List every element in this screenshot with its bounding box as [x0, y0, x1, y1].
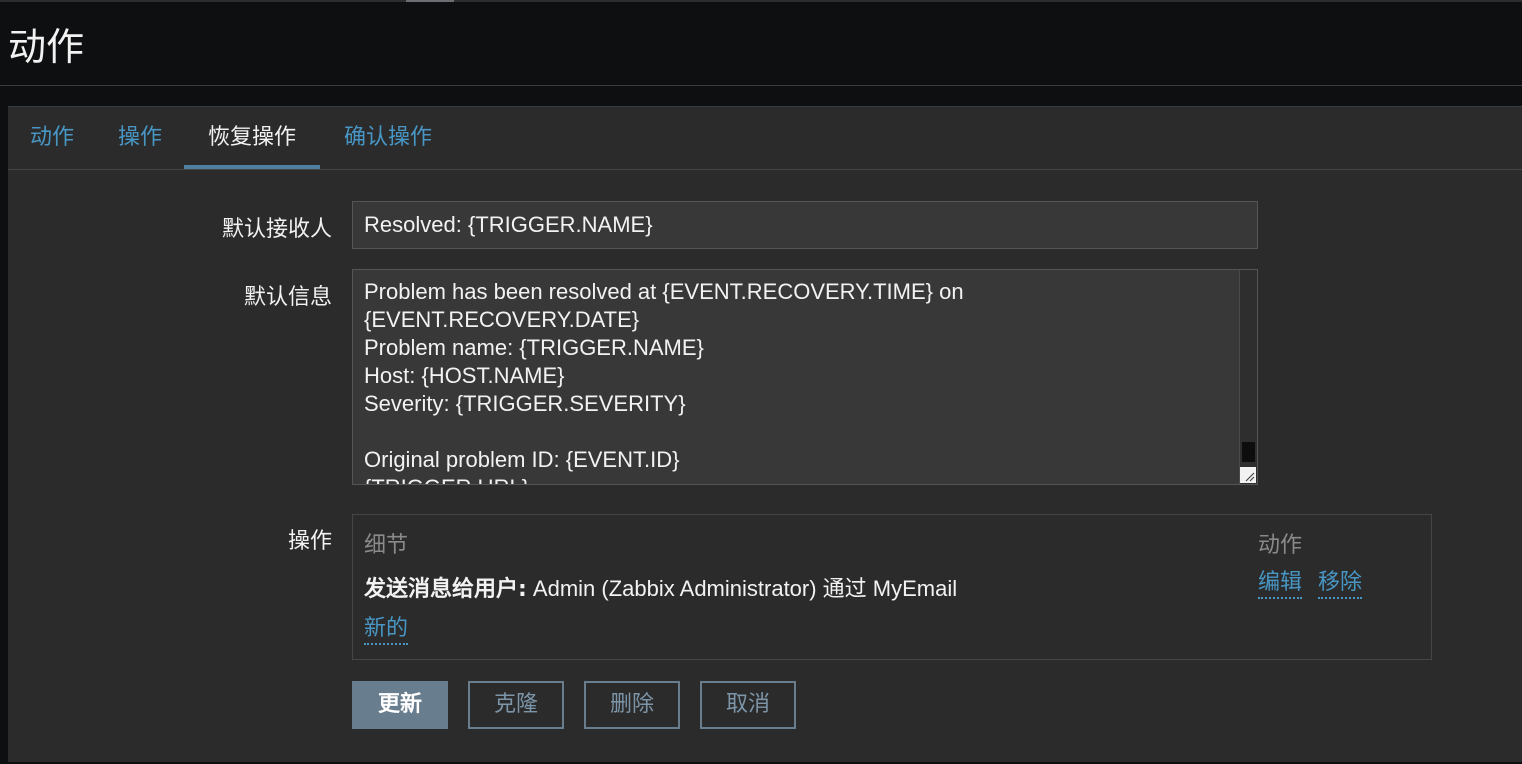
operation-detail-target: Admin (Zabbix Administrator) 通过 MyEmail [526, 576, 958, 601]
tab-action[interactable]: 动作 [8, 107, 96, 169]
default-subject-input[interactable]: Resolved: {TRIGGER.NAME} [352, 201, 1258, 249]
edit-operation-link[interactable]: 编辑 [1258, 569, 1303, 599]
action-column-header: 动作 [1258, 533, 1303, 558]
default-message-label: 默认信息 [243, 285, 332, 310]
resize-handle-icon[interactable] [1240, 467, 1256, 483]
remove-operation-link[interactable]: 移除 [1318, 569, 1363, 599]
default-subject-label: 默认接收人 [221, 217, 332, 242]
operation-detail-type: 发送消息给用户: [364, 577, 527, 602]
default-message-textarea[interactable]: Problem has been resolved at {EVENT.RECO… [352, 269, 1258, 485]
cancel-button[interactable]: 取消 [700, 681, 796, 729]
page-title: 动作 [8, 25, 85, 69]
top-border-marker [406, 0, 454, 2]
action-form-panel: 动作 操作 恢复操作 确认操作 默认接收人 Resolved: {TRIGGER… [8, 106, 1522, 762]
textarea-scrollbar[interactable] [1239, 270, 1257, 484]
default-message-text: Problem has been resolved at {EVENT.RECO… [364, 279, 964, 484]
new-operation-link[interactable]: 新的 [364, 615, 409, 645]
scrollbar-thumb[interactable] [1242, 442, 1255, 462]
delete-button[interactable]: 删除 [584, 681, 680, 729]
operations-list: 细节 动作 发送消息给用户: Admin (Zabbix Administrat… [352, 514, 1432, 660]
tab-bar: 动作 操作 恢复操作 确认操作 [8, 107, 1522, 170]
tab-operations[interactable]: 操作 [96, 107, 184, 169]
update-button[interactable]: 更新 [352, 681, 448, 729]
page-header: 动作 [0, 0, 1522, 86]
tab-acknowledge-operations[interactable]: 确认操作 [320, 107, 456, 169]
clone-button[interactable]: 克隆 [468, 681, 564, 729]
tab-recovery-operations[interactable]: 恢复操作 [184, 107, 320, 169]
operation-detail: 发送消息给用户: Admin (Zabbix Administrator) 通过… [364, 571, 957, 603]
details-column-header: 细节 [364, 533, 409, 558]
top-border [0, 0, 1522, 2]
operations-label: 操作 [287, 529, 332, 554]
